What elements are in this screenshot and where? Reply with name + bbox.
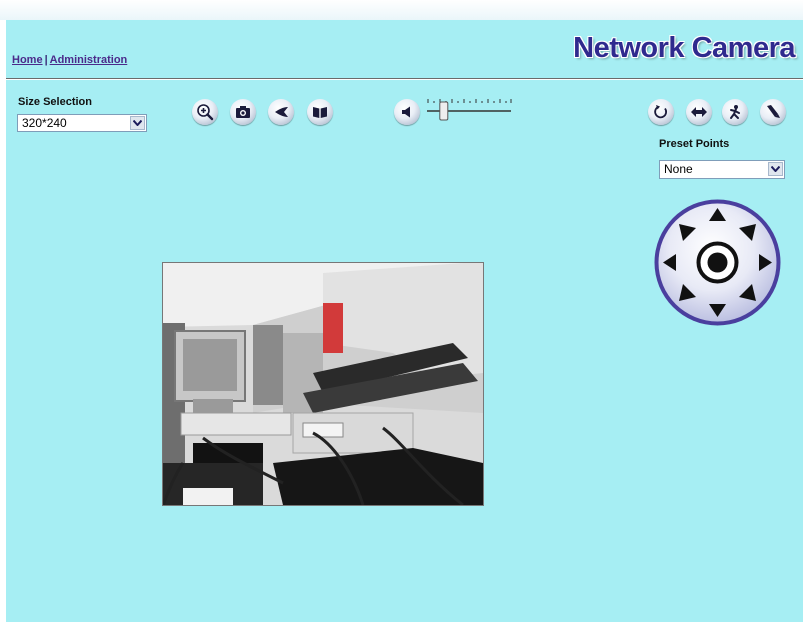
brush-icon	[767, 105, 780, 118]
header-divider	[6, 78, 803, 80]
horizontal-scan-button[interactable]	[686, 99, 712, 125]
brush-button[interactable]	[760, 99, 786, 125]
top-strip	[0, 0, 803, 20]
ptz-control-pad[interactable]	[652, 197, 783, 328]
size-selection-value: 320*240	[22, 116, 67, 130]
rewind-icon	[275, 107, 288, 117]
speaker-button[interactable]	[394, 99, 420, 125]
volume-thumb[interactable]	[439, 101, 449, 121]
book-button[interactable]	[307, 99, 333, 125]
nav-separator: |	[44, 54, 48, 66]
volume-slider[interactable]	[425, 96, 513, 126]
home-link[interactable]: Home	[12, 54, 43, 66]
patrol-icon	[730, 105, 740, 119]
speaker-icon	[402, 106, 410, 118]
chevron-down-icon	[768, 162, 783, 176]
size-selection-select[interactable]: 320*240	[17, 114, 147, 132]
rotate-icon	[654, 105, 668, 119]
chevron-down-icon	[130, 116, 145, 130]
zoom-in-icon	[197, 104, 214, 121]
zoom-button[interactable]	[192, 99, 218, 125]
rewind-button[interactable]	[268, 99, 294, 125]
preset-points-value: None	[664, 162, 693, 176]
horizontal-scan-icon	[691, 107, 707, 117]
snapshot-button[interactable]	[230, 99, 256, 125]
top-nav: Home | Administration	[12, 54, 127, 66]
video-feed	[162, 262, 484, 506]
camera-snapshot-icon	[236, 106, 250, 118]
preset-points-select[interactable]: None	[659, 160, 785, 179]
rotate-button[interactable]	[648, 99, 674, 125]
brand-title: Network Camera	[573, 32, 795, 64]
preset-points-label: Preset Points	[659, 138, 730, 150]
book-icon	[313, 107, 327, 118]
patrol-button[interactable]	[722, 99, 748, 125]
administration-link[interactable]: Administration	[50, 54, 128, 66]
ptz-home-icon[interactable]	[696, 241, 739, 284]
size-selection-label: Size Selection	[18, 96, 92, 108]
